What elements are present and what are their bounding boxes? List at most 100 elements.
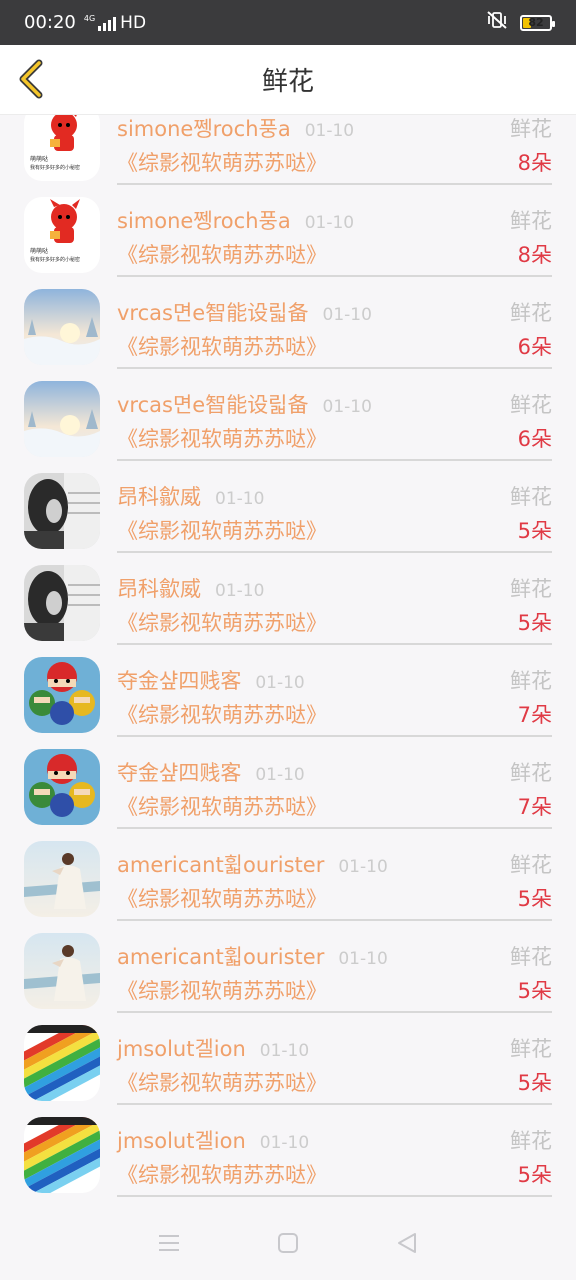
sender-name[interactable]: americant휣ourister 01-10	[117, 849, 388, 879]
book-title[interactable]: 《综影视软萌苏苏哒》	[117, 1067, 327, 1097]
battery-icon: 82	[520, 14, 555, 31]
gift-type: 鲜花	[510, 945, 552, 969]
sender-name[interactable]: 夺金샾四贱客 01-10	[117, 757, 305, 787]
gift-type: 鲜花	[510, 117, 552, 141]
list-item-content: 夺金샾四贱客 01-10 《综影视软萌苏苏哒》 鲜花 7朵	[117, 651, 552, 737]
list-item[interactable]: vrcas면e智能设릷备 01-10 《综影视软萌苏苏哒》 鲜花 6朵	[0, 283, 576, 375]
avatar[interactable]	[24, 381, 100, 457]
svg-text:我有好多好多的小秘密: 我有好多好多的小秘密	[30, 164, 80, 171]
home-button[interactable]	[268, 1223, 308, 1263]
sender-name[interactable]: simone쩽roch풍a 01-10	[117, 205, 354, 235]
sender-name[interactable]: 昂科歙威 01-10	[117, 481, 264, 511]
avatar[interactable]	[24, 565, 100, 641]
gift-date: 01-10	[338, 857, 388, 877]
sender-name[interactable]: simone쩽roch풍a 01-10	[117, 115, 354, 143]
avatar[interactable]	[24, 289, 100, 365]
menu-icon	[159, 1234, 180, 1251]
list-item-content: vrcas면e智能设릷备 01-10 《综影视软萌苏苏哒》 鲜花 6朵	[117, 375, 552, 461]
book-title[interactable]: 《综影视软萌苏苏哒》	[117, 699, 327, 729]
gift-date: 01-10	[338, 949, 388, 969]
hd-indicator: HD	[120, 12, 147, 33]
book-title[interactable]: 《综影视软萌苏苏哒》	[117, 147, 327, 177]
svg-text:萌萌哒: 萌萌哒	[30, 247, 48, 255]
status-bar: 00:20 4G HD 82	[0, 0, 576, 45]
list-item[interactable]: 萌萌哒 我有好多好多的小秘密 simone쩽roch풍a 01-10 《综影视软萌苏…	[0, 115, 576, 191]
network-type: 4G	[83, 13, 96, 23]
list-item-content: 昂科歙威 01-10 《综影视软萌苏苏哒》 鲜花 5朵	[117, 559, 552, 645]
gift-date: 01-10	[255, 673, 305, 693]
avatar[interactable]	[24, 749, 100, 825]
gift-date: 01-10	[304, 121, 355, 141]
gift-date: 01-10	[259, 1041, 310, 1061]
status-time: 00:20	[24, 12, 76, 33]
avatar[interactable]	[24, 933, 100, 1009]
list-item[interactable]: 萌萌哒 我有好多好多的小秘密 simone쩽roch풍a 01-10 《综影视软萌苏…	[0, 191, 576, 283]
back-nav-button[interactable]	[387, 1223, 427, 1263]
list-item[interactable]: vrcas면e智能设릷备 01-10 《综影视软萌苏苏哒》 鲜花 6朵	[0, 375, 576, 467]
chevron-left-icon	[19, 59, 43, 99]
gift-count: 5朵	[517, 887, 552, 911]
avatar[interactable]	[24, 473, 100, 549]
gift-type: 鲜花	[510, 485, 552, 509]
list-item[interactable]: 夺金샾四贱客 01-10 《综影视软萌苏苏哒》 鲜花 7朵	[0, 651, 576, 743]
list-item[interactable]: americant휣ourister 01-10 《综影视软萌苏苏哒》 鲜花 5朵	[0, 835, 576, 927]
list-item[interactable]: 夺金샾四贱客 01-10 《综影视软萌苏苏哒》 鲜花 7朵	[0, 743, 576, 835]
gift-type: 鲜花	[510, 209, 552, 233]
avatar[interactable]: 萌萌哒 我有好多好多的小秘密	[24, 115, 100, 181]
signal-icon: 4G	[83, 13, 117, 31]
gift-type: 鲜花	[510, 761, 552, 785]
system-nav-bar	[0, 1205, 576, 1280]
list-item-content: jmsolut겔ion 01-10 《综影视软萌苏苏哒》 鲜花 5朵	[117, 1111, 552, 1197]
gift-date: 01-10	[322, 397, 372, 417]
back-button[interactable]	[10, 57, 54, 101]
avatar[interactable]	[24, 1025, 100, 1101]
sender-name[interactable]: jmsolut겔ion 01-10	[117, 1033, 309, 1063]
gift-count: 5朵	[517, 1071, 552, 1095]
sender-name[interactable]: jmsolut겔ion 01-10	[117, 1125, 309, 1155]
list-item[interactable]: jmsolut겔ion 01-10 《综影视软萌苏苏哒》 鲜花 5朵	[0, 1111, 576, 1203]
avatar[interactable]	[24, 1117, 100, 1193]
sender-name[interactable]: vrcas면e智能设릷备 01-10	[117, 389, 372, 419]
sender-name[interactable]: 夺金샾四贱客 01-10	[117, 665, 305, 695]
menu-button[interactable]	[149, 1223, 189, 1263]
gift-count: 8朵	[517, 151, 552, 175]
book-title[interactable]: 《综影视软萌苏苏哒》	[117, 239, 327, 269]
book-title[interactable]: 《综影视软萌苏苏哒》	[117, 607, 327, 637]
list-item-content: jmsolut겔ion 01-10 《综影视软萌苏苏哒》 鲜花 5朵	[117, 1019, 552, 1105]
gift-count: 5朵	[517, 611, 552, 635]
book-title[interactable]: 《综影视软萌苏苏哒》	[117, 331, 327, 361]
list-item[interactable]: 昂科歙威 01-10 《综影视软萌苏苏哒》 鲜花 5朵	[0, 559, 576, 651]
gift-count: 5朵	[517, 979, 552, 1003]
gift-type: 鲜花	[510, 1129, 552, 1153]
list-item[interactable]: 昂科歙威 01-10 《综影视软萌苏苏哒》 鲜花 5朵	[0, 467, 576, 559]
battery-level: 82	[528, 16, 544, 29]
list-item[interactable]: jmsolut겔ion 01-10 《综影视软萌苏苏哒》 鲜花 5朵	[0, 1019, 576, 1111]
book-title[interactable]: 《综影视软萌苏苏哒》	[117, 975, 327, 1005]
list-item-content: simone쩽roch풍a 01-10 《综影视软萌苏苏哒》 鲜花 8朵	[117, 191, 552, 277]
avatar[interactable]	[24, 657, 100, 733]
sender-name[interactable]: 昂科歙威 01-10	[117, 573, 264, 603]
gift-count: 5朵	[517, 1163, 552, 1187]
book-title[interactable]: 《综影视软萌苏苏哒》	[117, 1159, 327, 1189]
gift-count: 7朵	[517, 703, 552, 727]
gift-type: 鲜花	[510, 1037, 552, 1061]
gift-date: 01-10	[255, 765, 305, 785]
list-item-content: americant휣ourister 01-10 《综影视软萌苏苏哒》 鲜花 5朵	[117, 835, 552, 921]
gift-date: 01-10	[322, 305, 372, 325]
book-title[interactable]: 《综影视软萌苏苏哒》	[117, 883, 327, 913]
list-item[interactable]: americant휣ourister 01-10 《综影视软萌苏苏哒》 鲜花 5朵	[0, 927, 576, 1019]
flower-gift-list[interactable]: 萌萌哒 我有好多好多的小秘密 simone쩽roch풍a 01-10 《综影视软萌苏…	[0, 115, 576, 1205]
book-title[interactable]: 《综影视软萌苏苏哒》	[117, 423, 327, 453]
sender-name[interactable]: americant휣ourister 01-10	[117, 941, 388, 971]
book-title[interactable]: 《综影视软萌苏苏哒》	[117, 515, 327, 545]
vibrate-off-icon	[486, 10, 508, 35]
svg-text:我有好多好多的小秘密: 我有好多好多的小秘密	[30, 256, 80, 263]
avatar[interactable]	[24, 841, 100, 917]
sender-name[interactable]: vrcas면e智能设릷备 01-10	[117, 297, 372, 327]
gift-count: 7朵	[517, 795, 552, 819]
avatar[interactable]: 萌萌哒 我有好多好多的小秘密	[24, 197, 100, 273]
gift-count: 6朵	[517, 335, 552, 359]
list-item-content: simone쩽roch풍a 01-10 《综影视软萌苏苏哒》 鲜花 8朵	[117, 115, 552, 185]
book-title[interactable]: 《综影视软萌苏苏哒》	[117, 791, 327, 821]
gift-date: 01-10	[215, 489, 265, 509]
